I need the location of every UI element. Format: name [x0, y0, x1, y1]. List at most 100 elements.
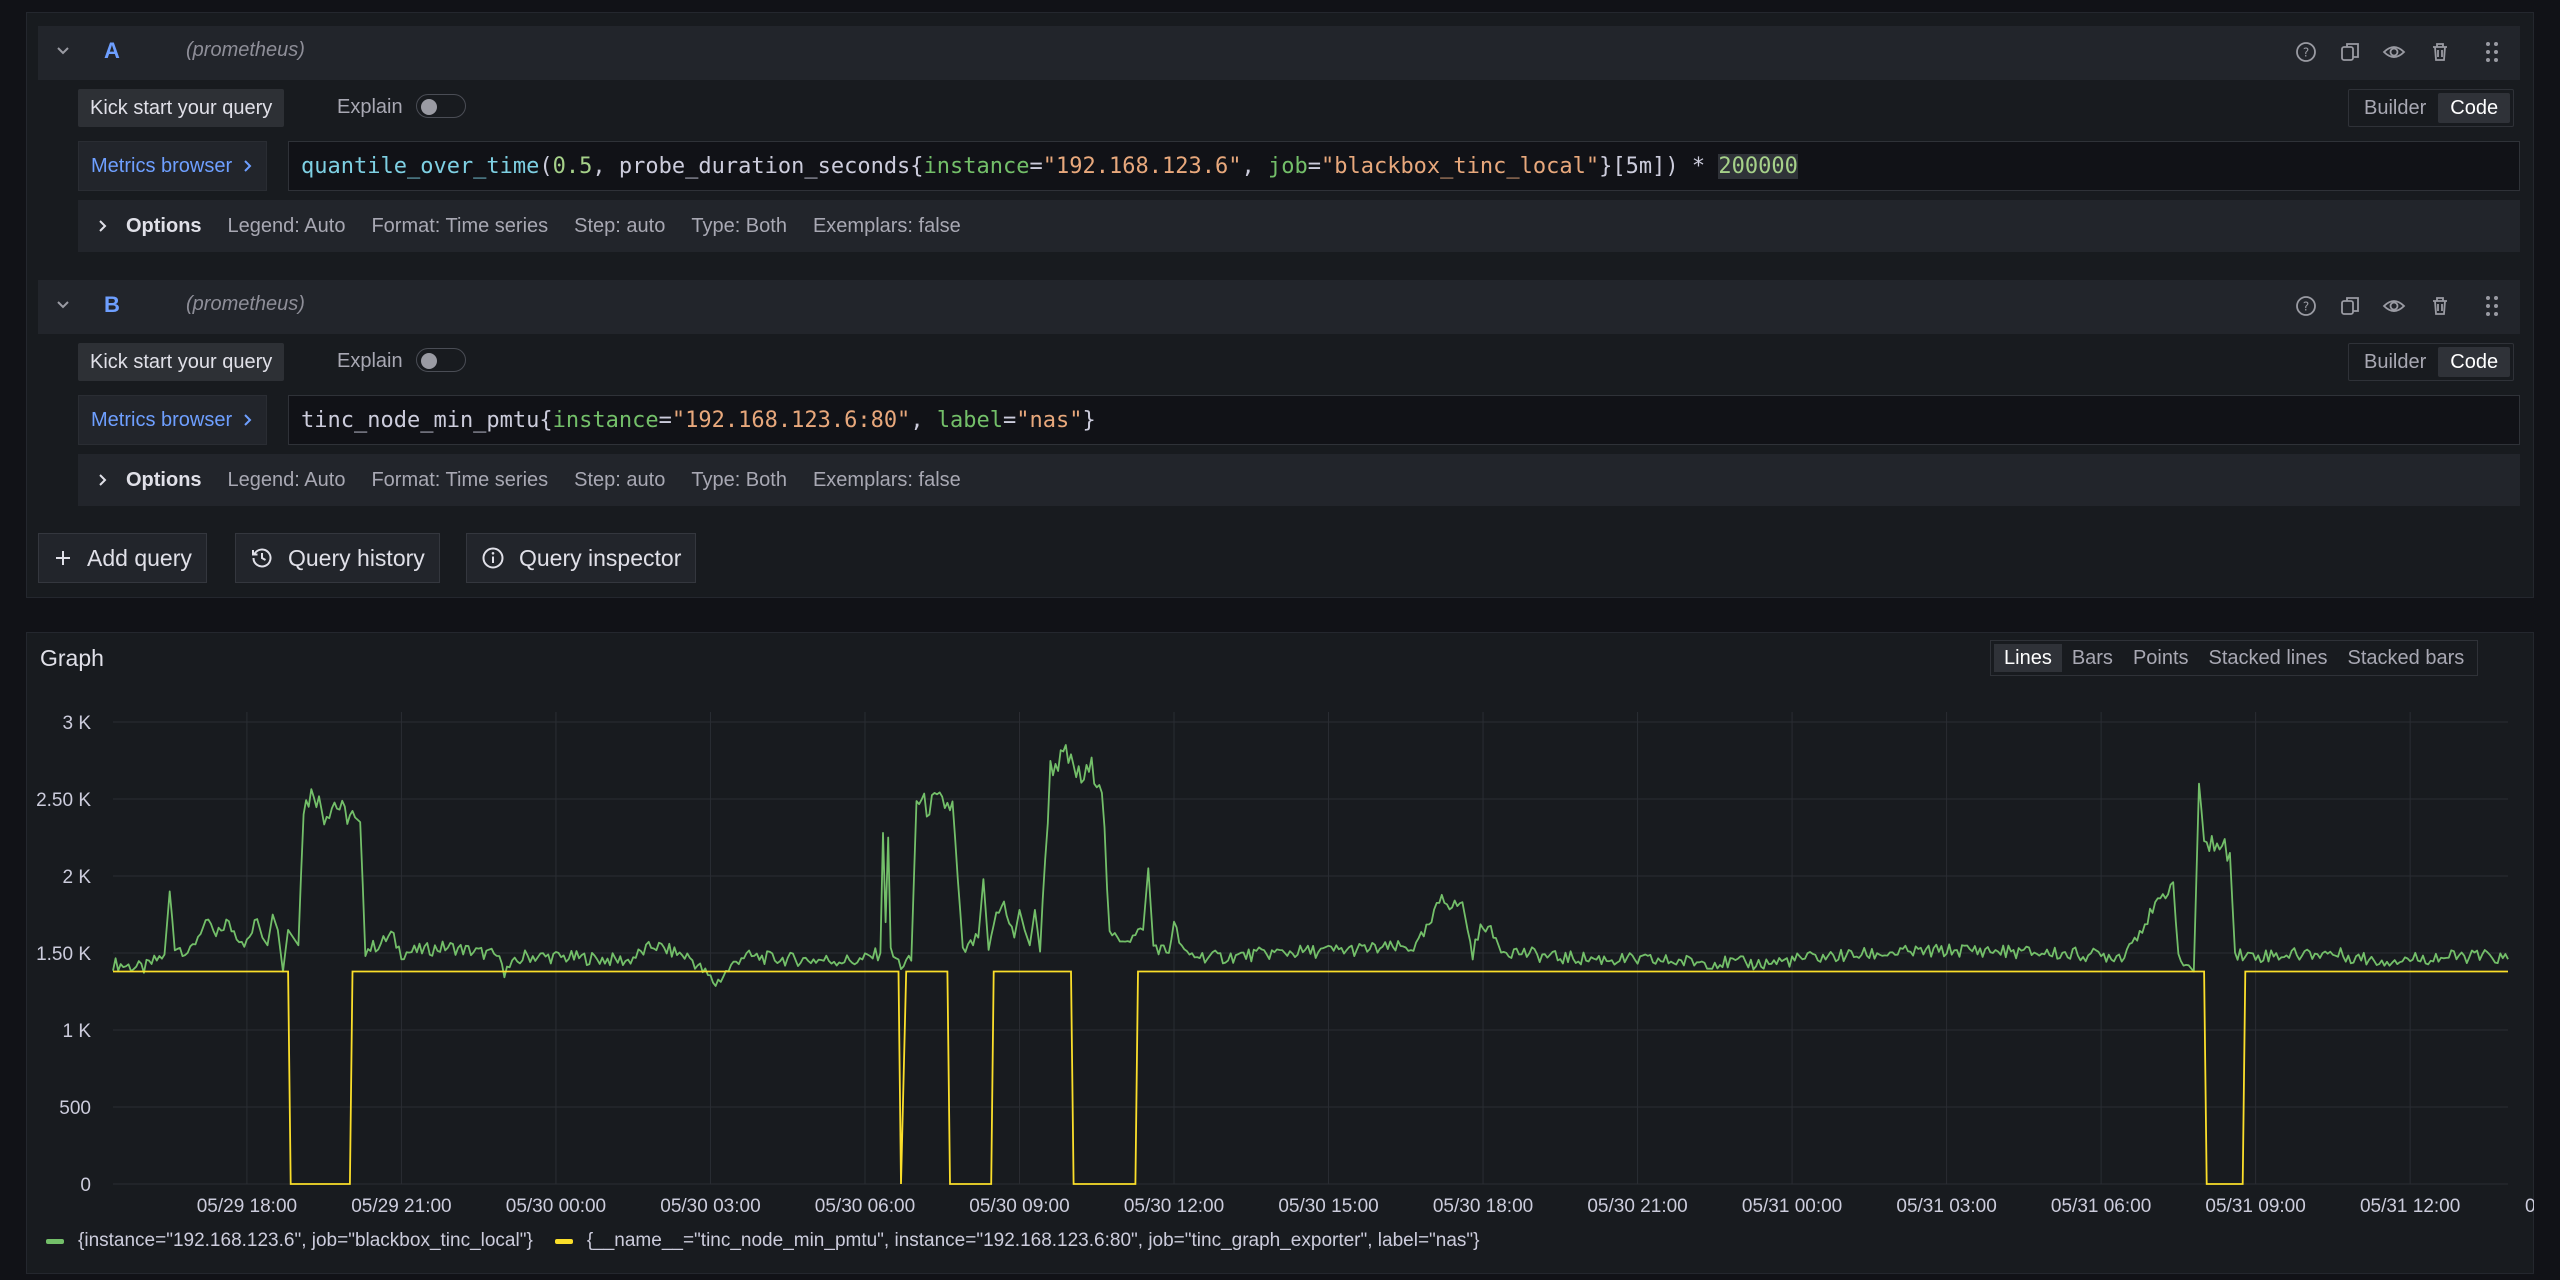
query-options-row-b[interactable]: Options Legend: Auto Format: Time series… [78, 454, 2520, 506]
help-icon[interactable]: ? [2292, 292, 2320, 320]
x-tick-label: 05/30 18:00 [1433, 1196, 1533, 1217]
code-mode-button[interactable]: Code [2438, 347, 2511, 377]
view-bars-button[interactable]: Bars [2062, 644, 2123, 672]
history-icon [252, 548, 272, 568]
drag-handle-icon[interactable] [2478, 292, 2506, 320]
duplicate-icon[interactable] [2336, 38, 2364, 66]
x-tick-label: 05/30 09:00 [969, 1196, 1069, 1217]
y-tick-label: 500 [59, 1098, 91, 1119]
metrics-browser-label: Metrics browser [91, 154, 233, 177]
y-tick-label: 1.50 K [36, 944, 91, 965]
view-stacked-bars-button[interactable]: Stacked bars [2338, 644, 2475, 672]
query-expression-input-a[interactable]: quantile_over_time(0.5, probe_duration_s… [288, 141, 2520, 191]
option-type: Type: Both [691, 214, 787, 237]
legend-item-b[interactable]: {__name__="tinc_node_min_pmtu", instance… [587, 1230, 1480, 1252]
query-datasource-b: (prometheus) [186, 293, 305, 315]
chevron-right-icon [244, 414, 252, 426]
drag-handle-icon[interactable] [2478, 38, 2506, 66]
query-options-row-a[interactable]: Options Legend: Auto Format: Time series… [78, 200, 2520, 252]
legend-swatch-a [46, 1238, 64, 1244]
chevron-right-icon[interactable] [96, 473, 110, 487]
x-tick-label: 05/30 21:00 [1587, 1196, 1687, 1217]
add-query-label: Add query [87, 544, 192, 571]
view-stacked-lines-button[interactable]: Stacked lines [2199, 644, 2338, 672]
explain-label: Explain [337, 350, 403, 372]
chevron-down-icon[interactable] [56, 44, 70, 58]
y-axis: 0 500 1 K 1.50 K 2 K 2.50 K 3 K [36, 713, 91, 1196]
x-tick-label: 05/31 00:00 [1742, 1196, 1842, 1217]
chart-legend: {instance="192.168.123.6", job="blackbox… [46, 1230, 1480, 1252]
chevron-right-icon[interactable] [96, 219, 110, 233]
trash-icon[interactable] [2426, 292, 2454, 320]
view-points-button[interactable]: Points [2123, 644, 2199, 672]
option-exemplars: Exemplars: false [812, 468, 961, 491]
x-tick-label: 05/29 18:00 [197, 1196, 297, 1217]
plus-icon [56, 551, 70, 565]
options-label[interactable]: Options [126, 469, 202, 492]
metrics-browser-button[interactable]: Metrics browser [78, 395, 268, 445]
x-tick-label: 05/31 15: [2525, 1196, 2534, 1217]
options-label[interactable]: Options [126, 215, 202, 238]
legend-item-a[interactable]: {instance="192.168.123.6", job="blackbox… [78, 1230, 533, 1252]
query-expression-input-b[interactable]: tinc_node_min_pmtu{instance = "192.168.123… [288, 395, 2520, 445]
option-step: Step: auto [574, 214, 666, 237]
option-type: Type: Both [691, 468, 787, 491]
series-line-a [112, 744, 2509, 987]
kick-start-query-button[interactable]: Kick start your query [78, 89, 285, 127]
option-legend: Legend: Auto [227, 468, 346, 491]
x-tick-label: 05/30 03:00 [660, 1196, 760, 1217]
svg-text:?: ? [2303, 300, 2309, 314]
metrics-browser-button[interactable]: Metrics browser [78, 141, 268, 191]
legend-swatch-b [554, 1238, 573, 1244]
graph-view-type-switch: Lines Bars Points Stacked lines Stacked … [1990, 640, 2479, 676]
chart-grid [113, 712, 2508, 1185]
option-step: Step: auto [574, 468, 666, 491]
explain-toggle[interactable] [416, 94, 466, 118]
query-history-label: Query history [288, 544, 425, 571]
x-tick-label: 05/31 09:00 [2205, 1196, 2305, 1217]
y-tick-label: 3 K [62, 713, 91, 734]
x-tick-label: 05/30 12:00 [1124, 1196, 1224, 1217]
kick-start-query-button[interactable]: Kick start your query [78, 343, 285, 381]
x-tick-label: 05/31 12:00 [2360, 1196, 2460, 1217]
option-format: Format: Time series [371, 214, 549, 237]
graph-title: Graph [40, 645, 104, 671]
x-tick-label: 05/30 06:00 [815, 1196, 915, 1217]
query-name-b[interactable]: B [104, 292, 120, 318]
option-format: Format: Time series [371, 468, 549, 491]
eye-icon[interactable] [2380, 292, 2408, 320]
query-row-header-a[interactable] [38, 26, 2520, 80]
info-icon [482, 547, 504, 569]
y-tick-label: 1 K [62, 1021, 91, 1042]
query-row-header-b[interactable] [38, 280, 2520, 334]
query-name-a[interactable]: A [104, 38, 120, 64]
editor-mode-switch-a: Builder Code [2348, 89, 2515, 127]
metrics-browser-label: Metrics browser [91, 408, 233, 431]
time-series-chart[interactable]: 05001 K1.50 K2 K2.50 K3 K 05/29 18:00 05/… [26, 700, 2534, 1220]
duplicate-icon[interactable] [2336, 292, 2364, 320]
query-history-button[interactable]: Query history [235, 533, 440, 583]
query-inspector-label: Query inspector [519, 544, 682, 571]
chevron-right-icon [244, 160, 252, 172]
help-icon[interactable]: ? [2292, 38, 2320, 66]
x-tick-label: 05/30 00:00 [506, 1196, 606, 1217]
code-mode-button[interactable]: Code [2438, 93, 2511, 123]
chart-series [112, 744, 2509, 1185]
builder-mode-button[interactable]: Builder [2352, 93, 2438, 123]
chevron-down-icon[interactable] [56, 298, 70, 312]
builder-mode-button[interactable]: Builder [2352, 347, 2438, 377]
explain-toggle[interactable] [416, 348, 466, 372]
view-lines-button[interactable]: Lines [1994, 644, 2062, 672]
x-tick-label: 05/31 06:00 [2051, 1196, 2151, 1217]
trash-icon[interactable] [2426, 38, 2454, 66]
add-query-button[interactable]: Add query [38, 533, 207, 583]
explain-label: Explain [337, 96, 403, 118]
editor-mode-switch-b: Builder Code [2348, 343, 2515, 381]
series-line-b [113, 970, 2508, 1185]
x-tick-label: 05/29 21:00 [351, 1196, 451, 1217]
y-tick-label: 0 [80, 1175, 91, 1196]
option-exemplars: Exemplars: false [812, 214, 961, 237]
query-inspector-button[interactable]: Query inspector [466, 533, 697, 583]
y-tick-label: 2.50 K [36, 790, 91, 811]
eye-icon[interactable] [2380, 38, 2408, 66]
